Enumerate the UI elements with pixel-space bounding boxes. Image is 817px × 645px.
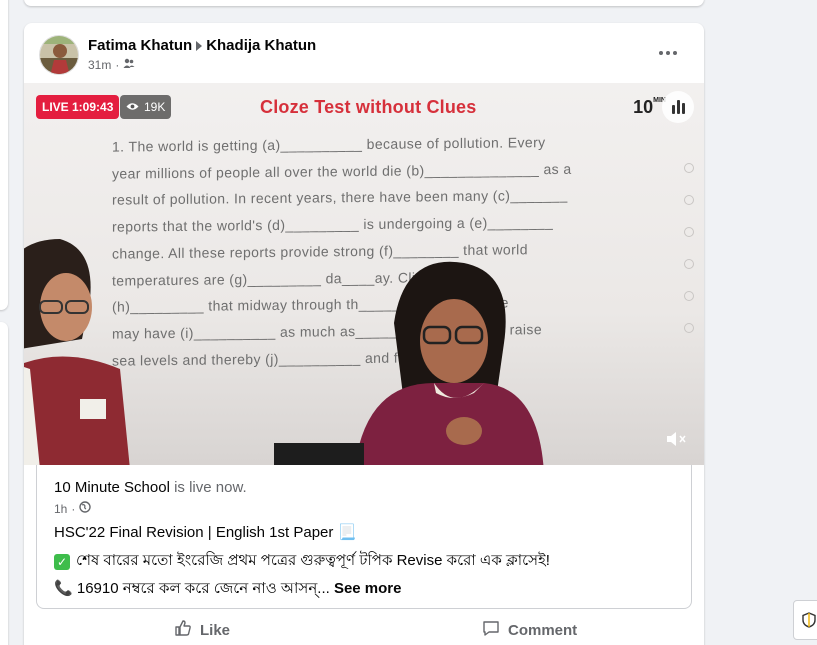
view-count-badge: 19K xyxy=(120,95,172,119)
post-time[interactable]: 31m xyxy=(88,58,111,72)
more-options-icon[interactable] xyxy=(650,41,686,65)
globe-icon xyxy=(79,501,92,516)
feed-post: Fatima Khatun Khadija Khatun 31m · Cloze… xyxy=(24,23,704,645)
phone-icon: 📞 xyxy=(54,580,73,597)
meta-dot: · xyxy=(115,57,120,72)
floor-shadow xyxy=(274,443,364,465)
like-icon xyxy=(174,619,192,641)
shared-title: HSC'22 Final Revision | English 1st Pape… xyxy=(54,524,357,541)
comment-button[interactable]: Comment xyxy=(482,615,577,645)
eye-icon xyxy=(126,100,139,114)
author-name[interactable]: Fatima Khatun xyxy=(88,37,192,54)
friends-icon xyxy=(123,57,135,72)
previous-post-card xyxy=(24,0,704,6)
check-mark-icon: ✓ xyxy=(54,553,70,570)
shared-meta: 1h · xyxy=(54,501,92,516)
shield-icon[interactable] xyxy=(793,600,817,640)
bengali-text: শেষ বারের মতো ইংরেজি প্রথম পত্রের গুরুত্… xyxy=(76,552,550,569)
phone-text: 16910 নম্বরে কল করে জেনে নাও আসন্... xyxy=(76,580,330,597)
left-sidebar-card-2 xyxy=(0,322,8,645)
live-video[interactable]: Cloze Test without Clues 1. The world is… xyxy=(24,83,704,465)
presenter-left-figure xyxy=(24,239,130,465)
live-status-line: 10 Minute School is live now. xyxy=(54,479,247,496)
shared-phone-line: 📞 16910 নম্বরে কল করে জেনে নাও আসন্... S… xyxy=(54,577,402,602)
post-meta: 31m · xyxy=(88,57,135,72)
post-header: Fatima Khatun Khadija Khatun 31m · xyxy=(24,23,704,83)
see-more-link[interactable]: See more xyxy=(334,580,402,597)
shared-to-arrow-icon xyxy=(196,40,203,51)
comment-label: Comment xyxy=(508,621,578,639)
shared-bengali-line: ✓ শেষ বারের মতো ইংরেজি প্রথম পত্রের গুরু… xyxy=(54,549,550,574)
live-status: is live now. xyxy=(174,479,247,496)
shared-live-attachment[interactable]: 10 Minute School is live now. 1h · HSC'2… xyxy=(36,465,692,609)
left-sidebar-card xyxy=(0,0,8,310)
page-name[interactable]: 10 Minute School xyxy=(54,479,170,496)
shared-to-name[interactable]: Khadija Khatun xyxy=(206,37,316,54)
presenter-right-figure xyxy=(355,261,544,465)
stats-icon[interactable] xyxy=(662,91,694,123)
live-badge: LIVE 1:09:43 xyxy=(36,95,120,119)
author-line: Fatima Khatun Khadija Khatun xyxy=(88,37,316,54)
like-label: Like xyxy=(200,621,231,639)
author-avatar[interactable] xyxy=(39,35,79,75)
post-actions: Like Comment xyxy=(24,615,704,645)
board-side-markers xyxy=(684,163,696,355)
volume-muted-icon[interactable] xyxy=(666,430,688,453)
view-count: 19K xyxy=(144,100,166,114)
comment-icon xyxy=(482,619,500,641)
board-title: Cloze Test without Clues xyxy=(260,97,477,117)
like-button[interactable]: Like xyxy=(174,615,230,645)
shared-time[interactable]: 1h xyxy=(54,502,67,516)
